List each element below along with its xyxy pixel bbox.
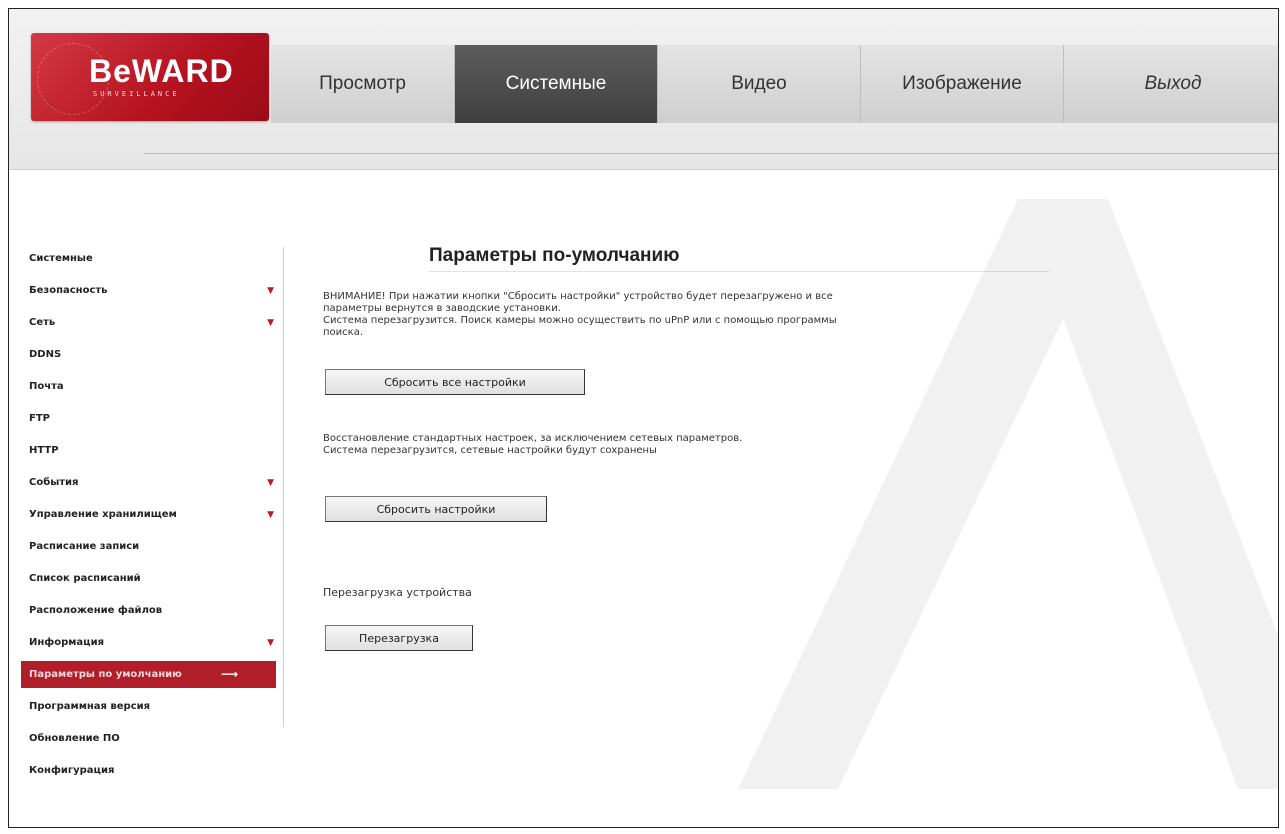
top-nav: Просмотр Системные Видео Изображение Вых… (271, 45, 1278, 123)
sidebar-item-http[interactable]: HTTP (21, 435, 276, 467)
sidebar-divider (283, 247, 284, 727)
sidebar-item-network[interactable]: Сеть ▼ (21, 307, 276, 339)
tab-logout[interactable]: Выход (1064, 45, 1278, 123)
sidebar-item-record-schedule[interactable]: Расписание записи (21, 531, 276, 563)
submenu-arrow-icon: ▼ (267, 478, 274, 488)
sidebar-item-label: Управление хранилищем (29, 509, 177, 520)
sidebar-item-label: Список расписаний (29, 573, 141, 584)
sidebar-item-label: Сеть (29, 317, 56, 328)
sidebar-item-label: Информация (29, 637, 104, 648)
submenu-arrow-icon: ▼ (267, 286, 274, 296)
submenu-arrow-icon: ▼ (267, 638, 274, 648)
sidebar-item-label: Обновление ПО (29, 733, 120, 744)
reboot-button[interactable]: Перезагрузка (325, 625, 473, 651)
logo-text: BeWARD (89, 53, 234, 89)
arrow-right-icon: ⟶ (221, 667, 239, 681)
tab-video[interactable]: Видео (658, 45, 861, 123)
logo-subtitle: SURVEILLANCE (93, 90, 180, 98)
sidebar-item-label: FTP (29, 413, 50, 424)
sidebar-item-label: DDNS (29, 349, 62, 360)
sidebar-item-update[interactable]: Обновление ПО (21, 723, 276, 755)
sidebar-item-label: Расписание записи (29, 541, 140, 552)
sidebar-item-system[interactable]: Системные (21, 243, 276, 275)
sidebar-item-label: События (29, 477, 79, 488)
sidebar-item-defaults[interactable]: Параметры по умолчанию ⟶ (21, 661, 276, 688)
sidebar-item-mail[interactable]: Почта (21, 371, 276, 403)
sidebar-item-firmware-version[interactable]: Программная версия (21, 691, 276, 723)
sidebar: Системные Безопасность ▼ Сеть ▼ DDNS Почта… (21, 243, 276, 787)
sidebar-item-label: Программная версия (29, 701, 151, 712)
tab-system[interactable]: Системные (455, 45, 658, 123)
sidebar-item-events[interactable]: События ▼ (21, 467, 276, 499)
sidebar-item-label: Безопасность (29, 285, 108, 296)
sidebar-item-label: Параметры по умолчанию (29, 669, 182, 680)
app-window: BeWARD SURVEILLANCE Просмотр Системные В… (8, 8, 1279, 828)
tab-image[interactable]: Изображение (861, 45, 1064, 123)
sidebar-item-information[interactable]: Информация ▼ (21, 627, 276, 659)
sidebar-item-configuration[interactable]: Конфигурация (21, 755, 276, 787)
sidebar-item-file-location[interactable]: Расположение файлов (21, 595, 276, 627)
submenu-arrow-icon: ▼ (267, 318, 274, 328)
sidebar-item-ftp[interactable]: FTP (21, 403, 276, 435)
sidebar-item-schedule-list[interactable]: Список расписаний (21, 563, 276, 595)
reboot-label: Перезагрузка устройства (323, 586, 472, 599)
warning-text-line: поиска. (323, 327, 363, 338)
sidebar-item-label: Почта (29, 381, 64, 392)
sidebar-item-ddns[interactable]: DDNS (21, 339, 276, 371)
sidebar-item-label: Расположение файлов (29, 605, 163, 616)
watermark-logo-icon (738, 199, 1278, 789)
sidebar-item-storage[interactable]: Управление хранилищем ▼ (21, 499, 276, 531)
sidebar-item-label: Системные (29, 253, 93, 264)
warning-text-line: параметры вернутся в заводские установки… (323, 303, 561, 314)
sidebar-item-label: Конфигурация (29, 765, 115, 776)
brand-logo[interactable]: BeWARD SURVEILLANCE (31, 33, 269, 121)
reset-settings-button[interactable]: Сбросить настройки (325, 496, 547, 522)
sidebar-item-security[interactable]: Безопасность ▼ (21, 275, 276, 307)
tab-view[interactable]: Просмотр (271, 45, 455, 123)
sidebar-item-label: HTTP (29, 445, 59, 456)
reset-all-button[interactable]: Сбросить все настройки (325, 369, 585, 395)
submenu-arrow-icon: ▼ (267, 510, 274, 520)
restore-text-line: Система перезагрузится, сетевые настройк… (323, 445, 657, 456)
